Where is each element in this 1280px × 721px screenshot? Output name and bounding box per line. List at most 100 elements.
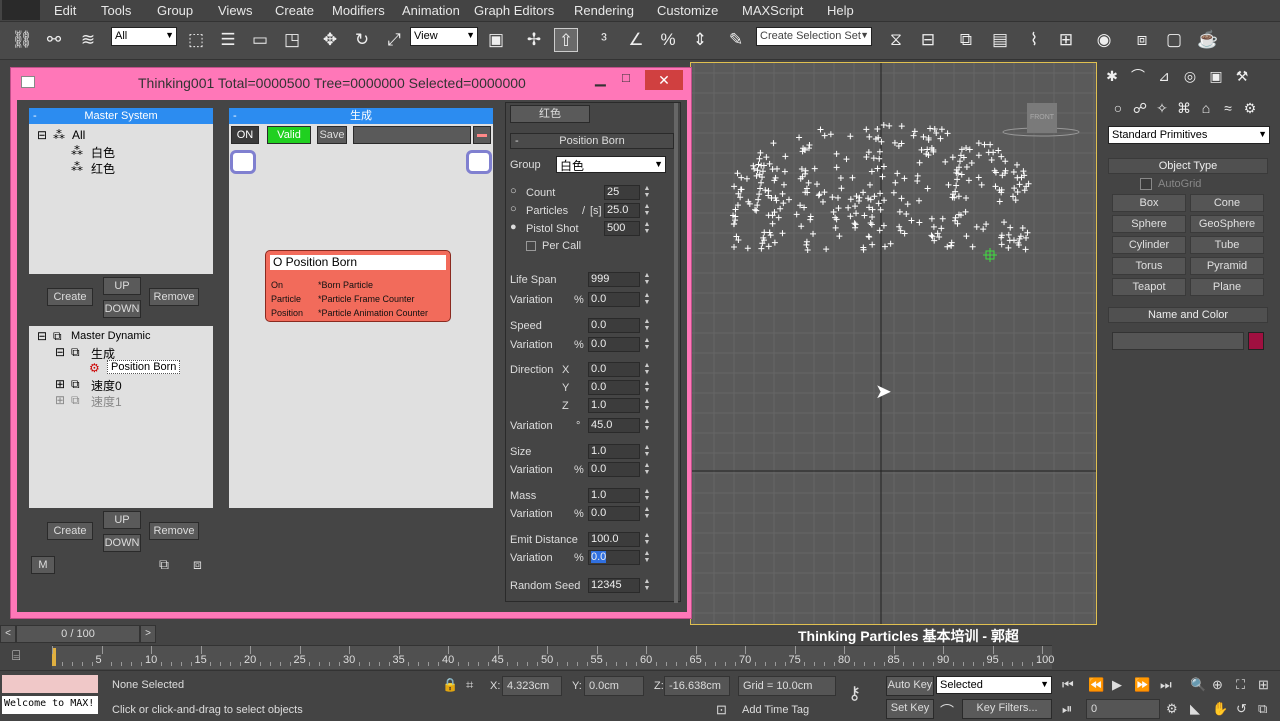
count-radio[interactable]: ○ <box>510 185 517 197</box>
window-crossing-icon[interactable]: ◳ <box>280 28 304 52</box>
spinner-arrows-icon[interactable]: ▲ ▼ <box>642 362 652 377</box>
mirror-icon[interactable]: ⧖ <box>884 28 908 52</box>
spinner-arrows-icon[interactable]: ▲ ▼ <box>642 221 652 236</box>
y-coordinate-field[interactable]: 0.0cm <box>584 676 644 696</box>
spinner-arrows-icon[interactable]: ▲ ▼ <box>642 488 652 503</box>
next-frame-icon[interactable]: ⏩ <box>1134 677 1150 693</box>
menu-group[interactable]: Group <box>157 3 193 18</box>
track-bar[interactable]: 5 10 15 20 25 30 35 40 45 50 55 60 65 70 75 80 85 90 95 100 <box>52 645 1054 669</box>
tree-expander[interactable]: ⊞ <box>55 393 65 407</box>
maximize-icon[interactable]: □ <box>622 70 630 85</box>
node-graph-panel[interactable]: - 生成 ON Valid Save ▬ O Position Born On *… <box>229 108 493 508</box>
spinner-arrows-icon[interactable]: ▲ ▼ <box>642 337 652 352</box>
align-icon[interactable]: ⊟ <box>916 28 940 52</box>
plane-button[interactable]: Plane <box>1190 278 1264 296</box>
rendered-frame-window-icon[interactable]: ▢ <box>1162 28 1186 52</box>
menu-animation[interactable]: Animation <box>402 3 460 18</box>
display-tab-icon[interactable]: ▣ <box>1206 64 1226 88</box>
angle-snap-icon[interactable]: ∠ <box>624 28 648 52</box>
menu-help[interactable]: Help <box>827 3 854 18</box>
maxscript-listener[interactable]: Welcome to MAX! <box>2 696 98 714</box>
percent-snap-icon[interactable]: % <box>656 28 680 52</box>
unlink-icon[interactable]: ⚯ <box>42 28 66 52</box>
m-button[interactable]: M <box>31 556 55 574</box>
pistol-shot-spinner[interactable]: 500 <box>604 221 640 236</box>
spinner-arrows-icon[interactable]: ▲ ▼ <box>642 532 652 547</box>
material-editor-icon[interactable]: ◉ <box>1092 28 1116 52</box>
menu-views[interactable]: Views <box>218 3 252 18</box>
maximize-viewport-icon[interactable]: ⧉ <box>1258 701 1267 717</box>
set-key-button[interactable]: Set Key <box>886 699 934 719</box>
object-name-input[interactable] <box>1112 332 1244 350</box>
zoom-icon[interactable]: 🔍 <box>1190 677 1206 693</box>
tree-item-white[interactable]: 白色 <box>91 144 115 161</box>
layer-manager-icon[interactable]: ⧉ <box>954 28 978 52</box>
spinner-arrows-icon[interactable]: ▲ ▼ <box>642 318 652 333</box>
viewport-front[interactable]: FRONT ➤ <box>690 62 1097 625</box>
viewcube[interactable]: FRONT <box>1027 103 1057 133</box>
size-variation-spinner[interactable]: 0.0 <box>588 462 640 477</box>
lock-icon[interactable]: 🔒 <box>442 677 458 693</box>
pistol-shot-radio[interactable]: ● <box>510 221 517 233</box>
group-tab[interactable]: 红色 <box>510 105 590 123</box>
param-scrollbar[interactable] <box>674 103 678 603</box>
random-seed-spinner[interactable]: 12345 <box>588 578 640 593</box>
menu-customize[interactable]: Customize <box>657 3 718 18</box>
spinner-arrows-icon[interactable]: ▲ ▼ <box>642 444 652 459</box>
shapes-icon[interactable]: ☍ <box>1130 96 1150 120</box>
render-teapot-icon[interactable]: ☕ <box>1196 28 1220 52</box>
per-call-checkbox[interactable] <box>526 241 536 251</box>
direction-variation-spinner[interactable]: 45.0 <box>588 418 640 433</box>
tree-item-position-born[interactable]: Position Born <box>107 360 181 374</box>
menu-graph-editors[interactable]: Graph Editors <box>474 3 554 18</box>
md-up-button[interactable]: UP <box>103 511 141 529</box>
selection-filter-select[interactable]: All ▼ <box>111 27 177 46</box>
orbit-icon[interactable]: ↺ <box>1236 701 1247 717</box>
field-of-view-icon[interactable]: ◣ <box>1190 701 1200 717</box>
link-icon[interactable]: ⛓ <box>10 28 34 52</box>
size-spinner[interactable]: 1.0 <box>588 444 640 459</box>
reference-coordinate-select[interactable]: View ▼ <box>410 27 478 46</box>
md-remove-button[interactable]: Remove <box>149 522 199 540</box>
zoom-extents-all-icon[interactable]: ⊞ <box>1258 677 1269 693</box>
modify-tab-icon[interactable]: ⌒ <box>1128 64 1148 88</box>
md-down-button[interactable]: DOWN <box>103 534 141 552</box>
select-by-name-icon[interactable]: ☰ <box>216 28 240 52</box>
key-selection-select[interactable]: Selected ▼ <box>936 676 1052 694</box>
graph-name-input[interactable] <box>353 126 471 144</box>
spinner-arrows-icon[interactable]: ▲ ▼ <box>642 292 652 307</box>
next-frame-icon[interactable]: > <box>140 625 156 643</box>
life-variation-spinner[interactable]: 0.0 <box>588 292 640 307</box>
direction-z-spinner[interactable]: 1.0 <box>588 398 640 413</box>
spinner-arrows-icon[interactable]: ▲ ▼ <box>642 185 652 200</box>
curve-editor-icon[interactable]: ⌇ <box>1022 28 1046 52</box>
cylinder-button[interactable]: Cylinder <box>1112 236 1186 254</box>
minimize-icon[interactable]: ▁ <box>595 70 606 87</box>
keyboard-shortcut-override-icon[interactable]: ⇧ <box>554 28 578 52</box>
cameras-icon[interactable]: ⌘ <box>1174 96 1194 120</box>
previous-frame-icon[interactable]: ⏪ <box>1088 677 1104 693</box>
motion-tab-icon[interactable]: ◎ <box>1180 64 1200 88</box>
spinner-arrows-icon[interactable]: ▲ ▼ <box>642 203 652 218</box>
teapot-button[interactable]: Teapot <box>1112 278 1186 296</box>
goto-start-icon[interactable]: ⏮ <box>1062 677 1074 693</box>
time-tag-icon[interactable]: ⊡ <box>716 702 727 718</box>
count-spinner[interactable]: 25 <box>604 185 640 200</box>
copy-icon[interactable]: ⧉ <box>159 556 169 573</box>
direction-x-spinner[interactable]: 0.0 <box>588 362 640 377</box>
edit-named-selection-icon[interactable]: ✎ <box>724 28 748 52</box>
category-select[interactable]: Standard Primitives ▼ <box>1108 126 1270 144</box>
md-create-button[interactable]: Create <box>47 522 93 540</box>
ms-create-button[interactable]: Create <box>47 288 93 306</box>
key-mode-toggle-icon[interactable]: ⏯ <box>1062 701 1072 717</box>
time-slider[interactable]: 0 / 100 <box>16 625 140 643</box>
render-setup-icon[interactable]: ⧈ <box>1130 28 1154 52</box>
autogrid-checkbox[interactable] <box>1140 178 1152 190</box>
move-icon[interactable]: ✥ <box>318 28 342 52</box>
tree-item-speed1[interactable]: 速度1 <box>91 393 122 410</box>
select-object-icon[interactable]: ⬚ <box>184 28 208 52</box>
tree-item-all[interactable]: All <box>72 128 85 142</box>
auto-key-button[interactable]: Auto Key <box>886 676 934 696</box>
menu-maxscript[interactable]: MAXScript <box>742 3 803 18</box>
ms-remove-button[interactable]: Remove <box>149 288 199 306</box>
